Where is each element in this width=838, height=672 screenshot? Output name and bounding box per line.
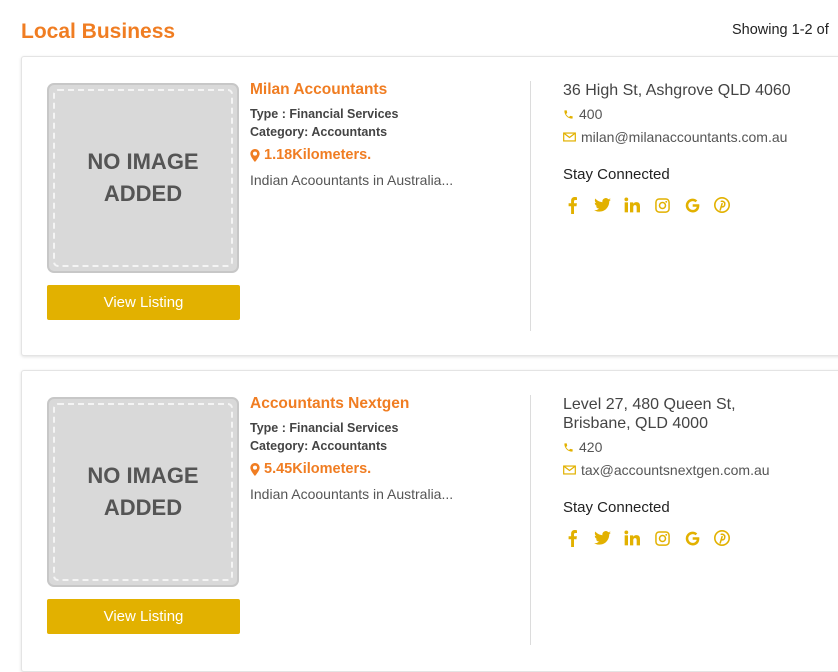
- map-marker-icon: [250, 462, 260, 476]
- facebook-icon[interactable]: [563, 529, 581, 547]
- listing-card: NO IMAGE ADDED View Listing Accountants …: [21, 370, 838, 672]
- business-type: Type : Financial Services: [250, 107, 399, 121]
- phone-number[interactable]: 420: [579, 439, 602, 455]
- phone-number[interactable]: 400: [579, 106, 602, 122]
- distance-value: 1.18Kilometers.: [264, 147, 372, 163]
- contact-info: 36 High St, Ashgrove QLD 4060 400 milan@…: [563, 81, 838, 214]
- linkedin-icon[interactable]: [623, 529, 641, 547]
- business-description: Indian Acoountants in Australia...: [250, 172, 454, 188]
- listing-info: Accountants Nextgen Type : Financial Ser…: [250, 395, 520, 502]
- phone-row: 420: [563, 439, 838, 455]
- phone-icon: [563, 442, 574, 453]
- linkedin-icon[interactable]: [623, 196, 641, 214]
- social-links: [563, 196, 838, 214]
- listing-image-placeholder: NO IMAGE ADDED: [47, 397, 239, 587]
- view-listing-button[interactable]: View Listing: [47, 285, 240, 320]
- business-address: 36 High St, Ashgrove QLD 4060: [563, 82, 791, 99]
- business-type: Type : Financial Services: [250, 421, 399, 435]
- social-links: [563, 529, 838, 547]
- email-row: tax@accountsnextgen.com.au: [563, 462, 838, 478]
- business-address: Level 27, 480 Queen St, Brisbane, QLD 40…: [563, 396, 736, 432]
- google-icon[interactable]: [683, 196, 701, 214]
- map-marker-icon: [250, 148, 260, 162]
- distance: 5.45Kilometers.: [250, 461, 520, 477]
- google-icon[interactable]: [683, 529, 701, 547]
- no-image-text: NO IMAGE ADDED: [87, 463, 199, 520]
- twitter-icon[interactable]: [593, 196, 611, 214]
- phone-icon: [563, 109, 574, 120]
- twitter-icon[interactable]: [593, 529, 611, 547]
- business-category: Category: Accountants: [250, 125, 388, 139]
- phone-row: 400: [563, 106, 838, 122]
- contact-info: Level 27, 480 Queen St, Brisbane, QLD 40…: [563, 395, 838, 547]
- results-count: Showing 1-2 of: [732, 22, 829, 38]
- business-name-link[interactable]: Accountants Nextgen: [250, 395, 520, 413]
- column-divider: [530, 81, 531, 331]
- distance-value: 5.45Kilometers.: [264, 461, 372, 477]
- email-address[interactable]: milan@milanaccountants.com.au: [581, 129, 787, 145]
- column-divider: [530, 395, 531, 645]
- pinterest-icon[interactable]: [713, 529, 731, 547]
- page-title: Local Business: [21, 20, 176, 43]
- email-address[interactable]: tax@accountsnextgen.com.au: [581, 462, 770, 478]
- instagram-icon[interactable]: [653, 196, 671, 214]
- no-image-text: NO IMAGE ADDED: [87, 149, 199, 206]
- listing-image-placeholder: NO IMAGE ADDED: [47, 83, 239, 273]
- listing-card: NO IMAGE ADDED View Listing Milan Accoun…: [21, 56, 838, 356]
- facebook-icon[interactable]: [563, 196, 581, 214]
- business-category: Category: Accountants: [250, 439, 388, 453]
- distance: 1.18Kilometers.: [250, 147, 520, 163]
- envelope-icon: [563, 132, 576, 142]
- pinterest-icon[interactable]: [713, 196, 731, 214]
- envelope-icon: [563, 465, 576, 475]
- listing-info: Milan Accountants Type : Financial Servi…: [250, 81, 520, 188]
- business-name-link[interactable]: Milan Accountants: [250, 81, 520, 99]
- stay-connected-heading: Stay Connected: [563, 499, 670, 516]
- view-listing-button[interactable]: View Listing: [47, 599, 240, 634]
- stay-connected-heading: Stay Connected: [563, 166, 670, 183]
- email-row: milan@milanaccountants.com.au: [563, 129, 838, 145]
- instagram-icon[interactable]: [653, 529, 671, 547]
- business-description: Indian Acoountants in Australia...: [250, 486, 454, 502]
